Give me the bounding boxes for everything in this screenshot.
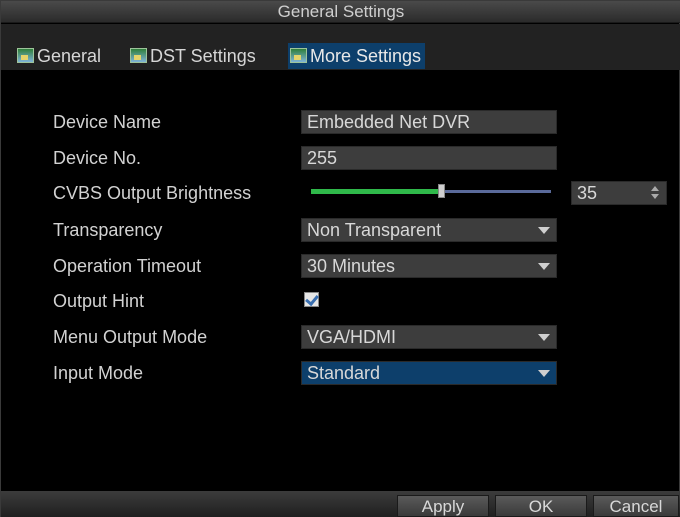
output-hint-checkbox[interactable] — [304, 292, 319, 307]
tab-bar: General DST Settings More Settings — [1, 24, 680, 70]
transparency-value: Non Transparent — [307, 220, 442, 240]
transparency-label: Transparency — [53, 220, 163, 240]
image-icon — [130, 48, 147, 63]
timeout-select[interactable]: 30 Minutes — [301, 254, 557, 278]
timeout-label: Operation Timeout — [53, 256, 202, 276]
input-mode-select[interactable]: Standard — [301, 361, 557, 385]
brightness-slider-handle[interactable] — [438, 184, 445, 198]
general-settings-window: General Settings General DST Settings Mo… — [0, 0, 680, 517]
tab-dst-settings-label: DST Settings — [150, 46, 256, 66]
tab-more-settings[interactable]: More Settings — [288, 43, 426, 69]
device-no-input[interactable]: 255 — [301, 146, 557, 170]
image-icon — [17, 48, 34, 63]
menu-output-label: Menu Output Mode — [53, 327, 208, 347]
tab-dst-settings[interactable]: DST Settings — [128, 43, 260, 69]
chevron-down-icon — [538, 263, 550, 270]
image-icon — [290, 48, 307, 63]
tab-general-label: General — [37, 46, 102, 66]
device-name-label: Device Name — [53, 112, 162, 132]
chevron-down-icon — [538, 370, 550, 377]
tab-more-settings-label: More Settings — [310, 46, 422, 66]
input-mode-value: Standard — [307, 363, 381, 383]
output-hint-label: Output Hint — [53, 291, 145, 311]
device-no-label: Device No. — [53, 148, 142, 168]
menu-output-value: VGA/HDMI — [307, 327, 397, 347]
brightness-value: 35 — [577, 183, 598, 203]
apply-button[interactable]: Apply — [397, 495, 489, 517]
window-title: General Settings — [1, 1, 680, 23]
brightness-slider-fill — [311, 189, 441, 194]
timeout-value: 30 Minutes — [307, 256, 396, 276]
transparency-select[interactable]: Non Transparent — [301, 218, 557, 242]
chevron-down-icon — [538, 227, 550, 234]
menu-output-select[interactable]: VGA/HDMI — [301, 325, 557, 349]
brightness-label: CVBS Output Brightness — [53, 183, 252, 203]
tab-general[interactable]: General — [15, 43, 105, 69]
brightness-spinbox[interactable]: 35 — [571, 181, 667, 205]
brightness-slider[interactable] — [311, 184, 551, 198]
device-name-input[interactable]: Embedded Net DVR — [301, 110, 557, 134]
ok-button[interactable]: OK — [495, 495, 587, 517]
spin-arrows-icon[interactable] — [650, 186, 660, 200]
input-mode-label: Input Mode — [53, 363, 144, 383]
button-bar: Apply OK Cancel — [1, 491, 680, 517]
chevron-down-icon — [538, 334, 550, 341]
cancel-button[interactable]: Cancel — [593, 495, 679, 517]
